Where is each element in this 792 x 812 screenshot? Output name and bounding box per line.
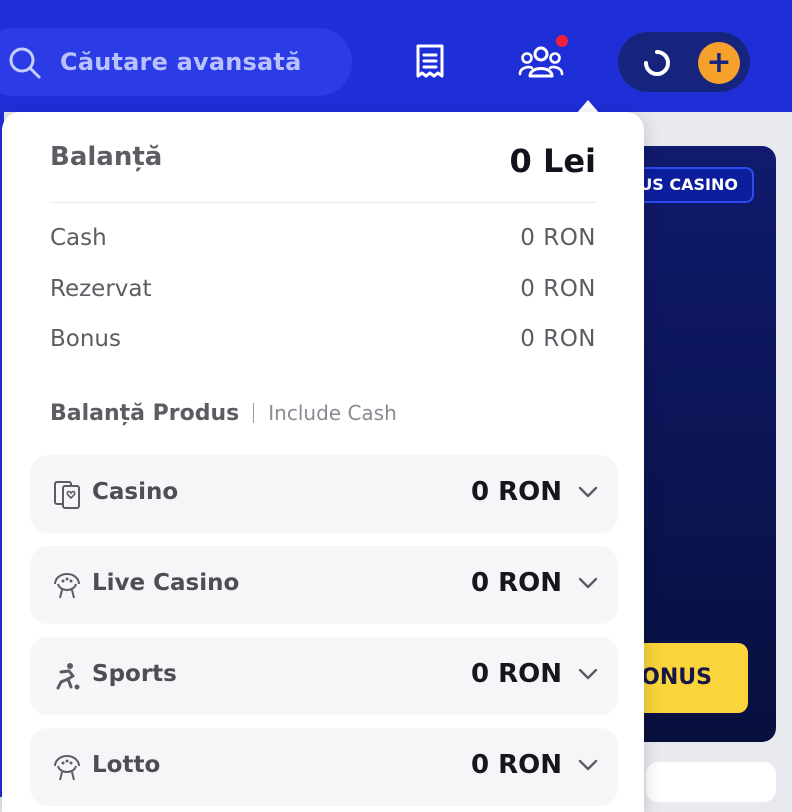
product-value: 0 RON	[470, 750, 562, 780]
casino-cards-icon	[54, 481, 80, 509]
product-card-live-casino[interactable]: Live Casino 0 RON	[30, 546, 618, 624]
spinner-icon	[644, 50, 670, 76]
product-value: 0 RON	[470, 568, 562, 598]
search-bar[interactable]: Căutare avansată	[0, 28, 352, 96]
wallet-widget[interactable]: +	[618, 32, 750, 92]
notification-dot	[556, 35, 568, 47]
product-card-sports[interactable]: Sports 0 RON	[30, 637, 618, 715]
product-value: 0 RON	[470, 659, 562, 689]
chevron-down-icon[interactable]	[578, 576, 598, 590]
chevron-down-icon[interactable]	[578, 758, 598, 772]
product-card-lotto[interactable]: Lotto 0 RON	[30, 728, 618, 806]
row-value: 0 RON	[520, 225, 596, 251]
product-card-casino[interactable]: Casino 0 RON	[30, 455, 618, 533]
roulette-icon	[54, 573, 80, 599]
row-label: Cash	[50, 225, 107, 251]
product-label: Casino	[92, 479, 179, 505]
balance-title: Balanță	[50, 142, 163, 172]
row-value: 0 RON	[520, 326, 596, 352]
deposit-plus-button[interactable]: +	[698, 42, 740, 84]
row-label: Rezervat	[50, 276, 152, 302]
separator	[253, 403, 255, 423]
users-icon[interactable]	[518, 44, 564, 80]
balance-row-rezervat: Rezervat 0 RON	[50, 276, 596, 306]
product-label: Sports	[92, 661, 177, 687]
background-card	[646, 762, 776, 802]
top-bar: Căutare avansată +	[0, 0, 792, 112]
chevron-down-icon[interactable]	[578, 485, 598, 499]
product-label: Live Casino	[92, 570, 240, 596]
balance-total: 0 Lei	[509, 142, 596, 180]
soccer-player-icon	[56, 663, 80, 690]
product-balance-title: Balanță Produs	[50, 400, 240, 426]
search-icon	[9, 47, 41, 79]
row-label: Bonus	[50, 326, 121, 352]
balance-row-cash: Cash 0 RON	[50, 225, 596, 255]
balance-dropdown: Balanță 0 Lei Cash 0 RON Rezervat 0 RON …	[2, 112, 644, 812]
receipt-icon[interactable]	[410, 42, 450, 82]
lotto-icon	[54, 755, 80, 781]
product-value: 0 RON	[470, 477, 562, 507]
chevron-down-icon[interactable]	[578, 667, 598, 681]
search-placeholder: Căutare avansată	[60, 48, 302, 76]
divider	[50, 202, 596, 203]
balance-row-bonus: Bonus 0 RON	[50, 326, 596, 356]
product-balance-header: Balanță Produs Include Cash	[50, 398, 397, 428]
product-label: Lotto	[92, 752, 161, 778]
product-balance-subtitle: Include Cash	[268, 401, 397, 425]
row-value: 0 RON	[520, 276, 596, 302]
